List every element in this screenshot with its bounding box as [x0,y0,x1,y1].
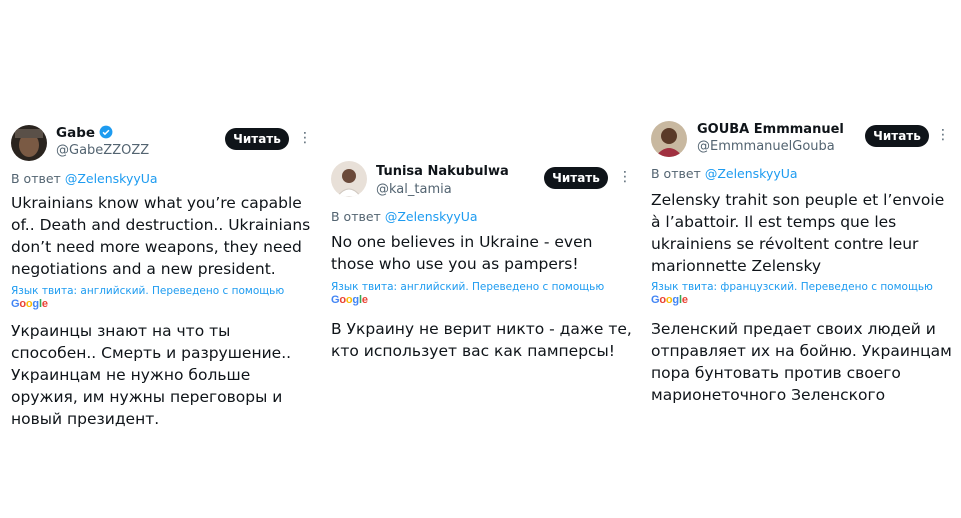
tweet-card-2[interactable]: Tunisa Nakubulwa @kal_tamia Читать ⋮ В о… [322,148,638,378]
read-button[interactable]: Читать [544,167,608,189]
more-options-icon[interactable]: ⋮ [298,131,312,145]
reply-context: В ответ @ZelenskyyUa [651,166,798,181]
google-logo: Google [11,298,48,310]
tweet-original-text: No one believes in Ukraine - even those … [331,233,593,273]
google-logo: Google [331,294,368,306]
avatar-image [11,125,47,161]
tweet-translated-text: В Украину не верит никто - даже те, кто … [331,320,632,360]
author-handle[interactable]: @kal_tamia [376,182,452,197]
tweet-card-3[interactable]: GOUBA Emmmanuel @EmmmanuelGouba Читать ⋮… [640,108,961,408]
tweet-translated-text: Украинцы знают на что ты способен.. Смер… [11,322,292,428]
translation-note[interactable]: Язык твита: французский. Переведено с по… [651,281,933,293]
tweet-original-text: Zelensky trahit son peuple et l’envoie à… [651,191,945,275]
translation-note[interactable]: Язык твита: английский. Переведено с пом… [11,285,284,297]
author-name[interactable]: Gabe [56,125,113,141]
avatar[interactable] [11,125,47,161]
author-name[interactable]: GOUBA Emmmanuel [697,122,844,137]
tweet-card-1[interactable]: Gabe @GabeZZOZZ Читать ⋮ В ответ @Zelens… [0,113,322,428]
avatar[interactable] [331,161,367,197]
read-button[interactable]: Читать [225,128,289,150]
reply-mention-link[interactable]: @ZelenskyyUa [705,166,798,181]
more-options-icon[interactable]: ⋮ [936,128,950,142]
google-logo: Google [651,294,688,306]
tweet-original-text: Ukrainians know what you’re capable of..… [11,194,311,278]
avatar[interactable] [651,121,687,157]
reply-context: В ответ @ZelenskyyUa [11,171,158,186]
author-handle[interactable]: @GabeZZOZZ [56,143,149,158]
reply-mention-link[interactable]: @ZelenskyyUa [385,209,478,224]
tweet-translated-text: Зеленский предает своих людей и отправля… [651,320,952,404]
read-button[interactable]: Читать [865,125,929,147]
author-handle[interactable]: @EmmmanuelGouba [697,139,835,154]
reply-context: В ответ @ZelenskyyUa [331,209,478,224]
avatar-image [651,121,687,157]
verified-badge-icon [99,125,113,139]
more-options-icon[interactable]: ⋮ [618,170,632,184]
avatar-image [331,161,367,197]
translation-note[interactable]: Язык твита: английский. Переведено с пом… [331,281,604,293]
author-name[interactable]: Tunisa Nakubulwa [376,164,509,179]
reply-mention-link[interactable]: @ZelenskyyUa [65,171,158,186]
